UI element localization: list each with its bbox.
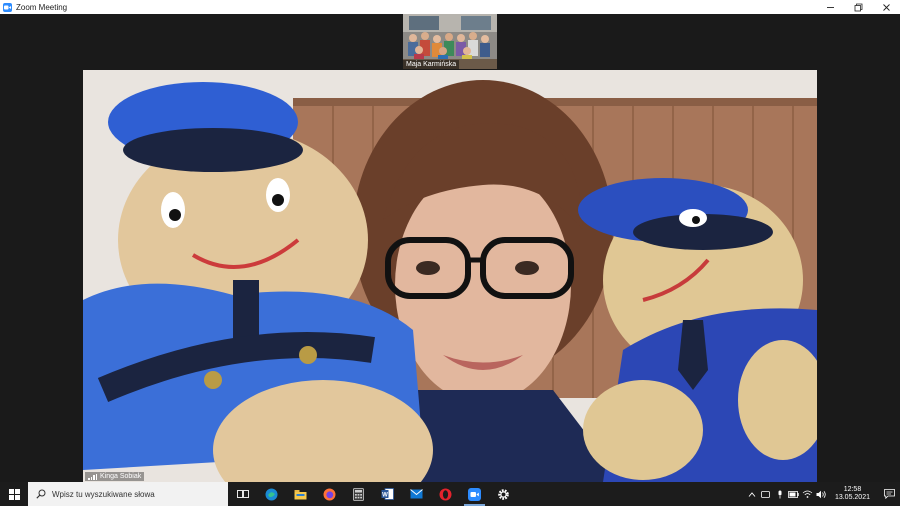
taskbar-calculator[interactable] [344,482,373,506]
task-view-button[interactable] [228,482,257,506]
clock-date: 13.05.2021 [834,494,870,501]
wifi-tray-button[interactable] [801,482,815,506]
start-button[interactable] [0,482,28,506]
close-button[interactable] [872,0,900,14]
opera-icon [439,488,452,500]
microphone-icon [778,490,782,498]
restore-icon [854,3,862,11]
volume-tray-button[interactable] [815,482,829,506]
wifi-icon [803,490,813,498]
task-view-icon [236,490,249,498]
window-titlebar: Zoom Meeting [0,0,900,15]
svg-text:W: W [382,493,388,499]
main-speaker-video[interactable]: Kinga Sobiak [83,70,817,482]
speaker-name-tag: Kinga Sobiak [85,472,145,481]
battery-icon [788,490,800,498]
notification-icon [883,489,895,499]
taskbar-opera[interactable] [431,482,460,506]
search-placeholder: Wpisz tu wyszukiwane słowa [52,489,155,499]
window-title: Zoom Meeting [16,2,68,12]
search-icon [36,489,46,499]
tray-app-icon[interactable] [759,482,773,506]
system-tray: 12:58 13.05.2021 [745,482,900,506]
mail-icon [410,489,423,499]
zoom-icon [468,487,481,501]
folder-icon [294,489,307,499]
clock-time: 12:58 [843,486,862,493]
action-center-button[interactable] [878,482,900,506]
chevron-up-icon [748,491,756,497]
signal-strength-icon [88,473,97,480]
speaker-video-frame [83,70,817,482]
taskbar-settings[interactable] [489,482,518,506]
taskbar-mail[interactable] [402,482,431,506]
taskbar-zoom[interactable] [460,482,489,506]
word-icon: W [381,488,394,500]
speaker-name: Kinga Sobiak [100,473,142,480]
show-hidden-icons-button[interactable] [745,482,759,506]
firefox-icon [323,488,336,500]
speaker-volume-icon [816,490,827,498]
gear-icon [498,488,509,500]
edge-icon [265,488,278,500]
minimize-icon [826,6,834,8]
restore-button[interactable] [844,0,872,14]
microphone-tray-button[interactable] [773,482,787,506]
meeting-area: Maja Karmińska Kinga Sobiak [0,14,900,482]
tray-app-icon-glyph [761,490,771,498]
participant-thumbnail[interactable]: Maja Karmińska [403,14,497,69]
windows-taskbar: Wpisz tu wyszukiwane słowa W 12:58 13.05… [0,482,900,506]
taskbar-word[interactable]: W [373,482,402,506]
calculator-icon [353,487,364,501]
battery-tray-button[interactable] [787,482,801,506]
taskbar-clock[interactable]: 12:58 13.05.2021 [835,486,870,502]
taskbar-file-explorer[interactable] [286,482,315,506]
close-icon [882,3,890,11]
windows-logo-icon [8,488,20,500]
taskbar-firefox[interactable] [315,482,344,506]
zoom-app-icon [3,2,12,12]
thumbnail-participant-name: Maja Karmińska [403,60,460,69]
taskbar-search-box[interactable]: Wpisz tu wyszukiwane słowa [28,482,228,506]
taskbar-edge[interactable] [257,482,286,506]
minimize-button[interactable] [816,0,844,14]
